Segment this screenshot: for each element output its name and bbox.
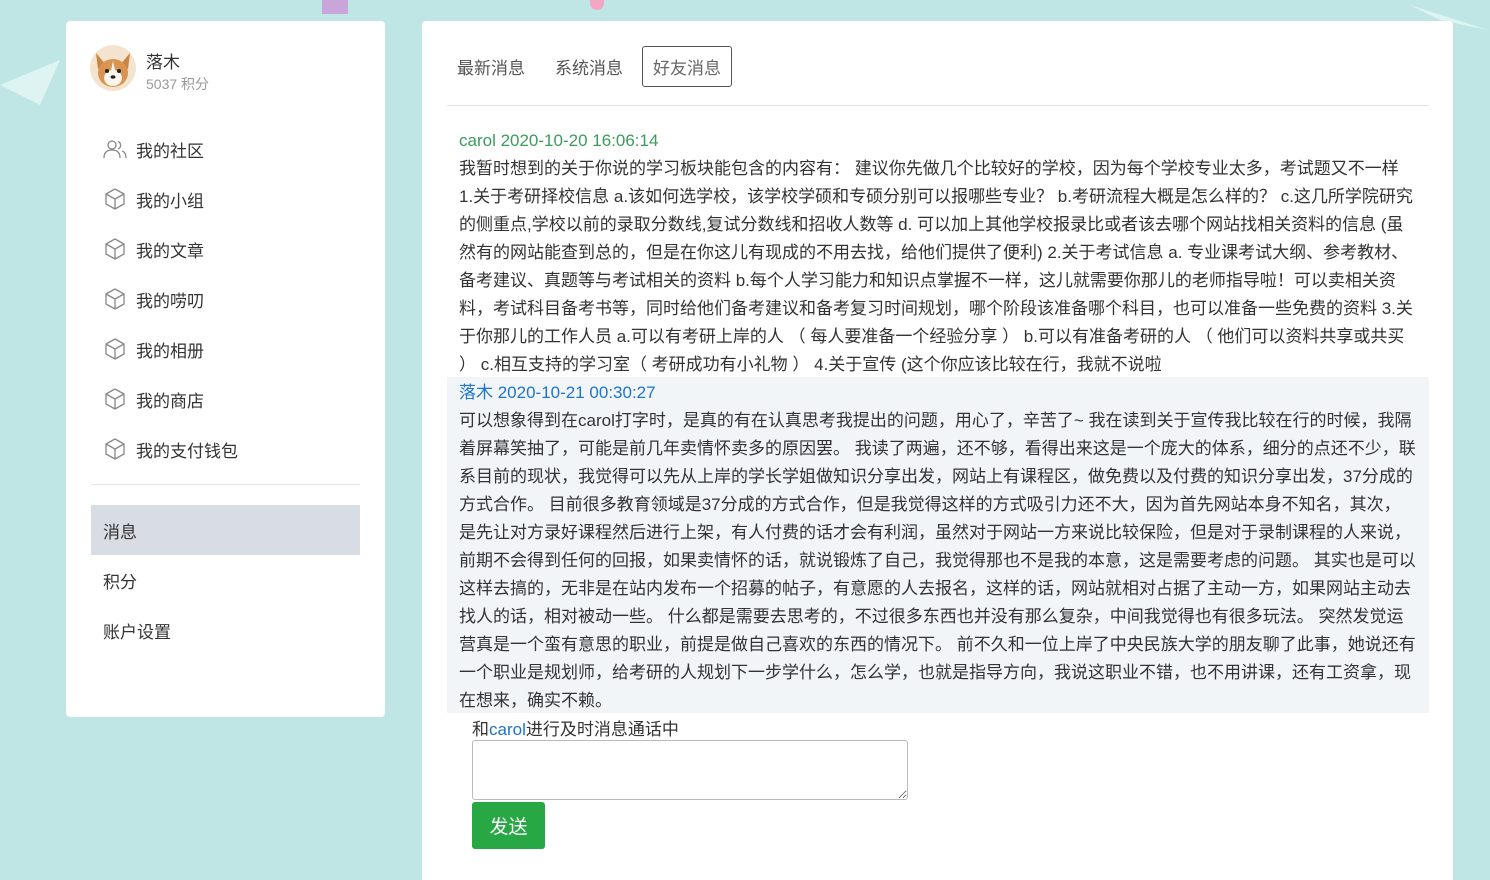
chat-status-label: 和carol进行及时消息通话中	[472, 715, 679, 740]
chat-prefix: 和	[472, 720, 489, 739]
menu-item-label: 我的支付钱包	[136, 441, 238, 461]
cube-icon	[102, 237, 128, 261]
sidebar-divider	[91, 484, 360, 485]
cube-icon	[102, 287, 128, 311]
cube-icon	[102, 187, 128, 211]
avatar[interactable]	[90, 45, 136, 91]
menu-item-label: 我的小组	[136, 191, 204, 211]
ribbon-decoration	[322, 0, 348, 14]
paper-plane-decoration	[0, 60, 60, 105]
tabs-divider	[447, 105, 1429, 106]
sidebar-item-points[interactable]: 积分	[91, 555, 360, 605]
menu-item-chatter[interactable]: 我的唠叨	[102, 274, 352, 324]
message-body: 可以想象得到在carol打字时，是真的有在认真思考我提出的问题，用心了，辛苦了~…	[459, 411, 1416, 710]
cube-icon	[102, 387, 128, 411]
user-profile: 落木 5037 积分	[90, 45, 350, 93]
menu-item-wallet[interactable]: 我的支付钱包	[102, 424, 352, 474]
cube-icon	[102, 437, 128, 461]
message-item: carol 2020-10-20 16:06:14 我暂时想到的关于你说的学习板…	[447, 125, 1429, 377]
menu-item-shop[interactable]: 我的商店	[102, 374, 352, 424]
username: 落木	[146, 53, 180, 72]
menu-item-label: 我的社区	[136, 141, 204, 161]
message-tabs: 最新消息 系统消息 好友消息	[446, 46, 740, 87]
chat-peer-link[interactable]: carol	[489, 720, 526, 739]
left-sidebar: 落木 5037 积分 我的社区 我的小组 我的文章 我的唠叨 我的相册 我的商店…	[66, 21, 385, 717]
menu-item-label: 我的商店	[136, 391, 204, 411]
menu-item-label: 我的相册	[136, 341, 204, 361]
message-body: 我暂时想到的关于你说的学习板块能包含的内容有： 建议你先做几个比较好的学校，因为…	[459, 159, 1413, 374]
menu-item-articles[interactable]: 我的文章	[102, 224, 352, 274]
user-points: 5037 积分	[146, 76, 210, 92]
corgi-avatar-icon	[90, 45, 136, 91]
chat-suffix: 进行及时消息通话中	[525, 720, 679, 739]
menu-item-label: 我的文章	[136, 241, 204, 261]
tab-latest-messages[interactable]: 最新消息	[446, 46, 536, 87]
messages-panel: 最新消息 系统消息 好友消息 carol 2020-10-20 16:06:14…	[422, 21, 1453, 880]
sidebar-item-account-settings[interactable]: 账户设置	[91, 605, 360, 655]
cube-icon	[102, 337, 128, 361]
menu-item-community[interactable]: 我的社区	[102, 124, 352, 174]
message-header: carol 2020-10-20 16:06:14	[459, 131, 659, 150]
menu-item-label: 我的唠叨	[136, 291, 204, 311]
message-header: 落木 2020-10-21 00:30:27	[459, 383, 656, 402]
message-input[interactable]	[472, 740, 908, 800]
tab-system-messages[interactable]: 系统消息	[544, 46, 634, 87]
account-menu: 消息 积分 账户设置	[91, 505, 360, 655]
tab-friend-messages[interactable]: 好友消息	[642, 46, 732, 87]
users-icon	[102, 137, 128, 161]
community-menu: 我的社区 我的小组 我的文章 我的唠叨 我的相册 我的商店 我的支付钱包	[102, 124, 352, 474]
sidebar-item-messages[interactable]: 消息	[91, 505, 360, 555]
send-button[interactable]: 发送	[472, 802, 545, 849]
menu-item-albums[interactable]: 我的相册	[102, 324, 352, 374]
message-item: 落木 2020-10-21 00:30:27 可以想象得到在carol打字时，是…	[447, 377, 1429, 713]
balloon-decoration	[590, 0, 604, 10]
menu-item-groups[interactable]: 我的小组	[102, 174, 352, 224]
